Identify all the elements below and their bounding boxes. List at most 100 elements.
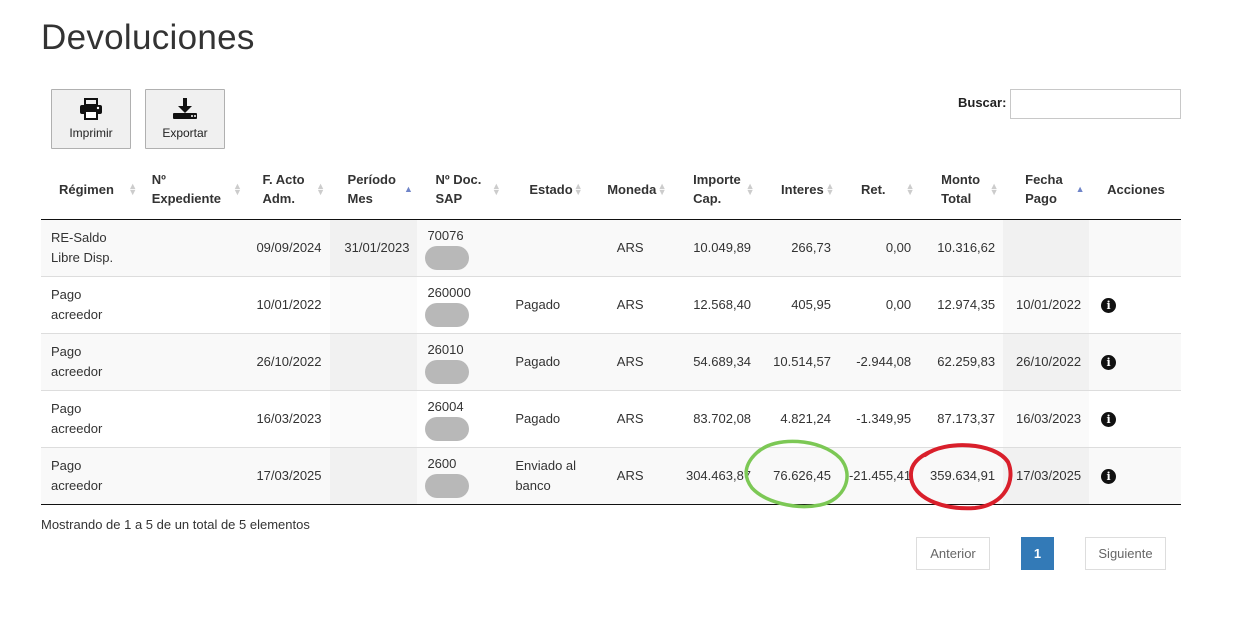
search-label: Buscar: xyxy=(958,95,1007,110)
table-info: Mostrando de 1 a 5 de un total de 5 elem… xyxy=(41,517,310,532)
cell-estado: Enviado al banco xyxy=(505,446,588,505)
cell-fecha-acto: 26/10/2022 xyxy=(246,332,330,390)
cell-acciones: i xyxy=(1089,446,1181,505)
cell-periodo xyxy=(329,446,418,505)
column-header-fecha-acto[interactable]: F. Acto Adm. ▲ ▼ xyxy=(246,160,330,220)
cell-fecha-acto: 09/09/2024 xyxy=(246,219,330,276)
cell-monto: 10.316,62 xyxy=(919,219,1004,276)
export-button-label: Exportar xyxy=(162,126,208,140)
table-row: Pago acreedor 10/01/2022 260000 Pagado A… xyxy=(41,275,1181,333)
cell-regimen: RE-Saldo Libre Disp. xyxy=(41,219,142,276)
cell-expediente xyxy=(141,219,247,276)
column-header-interes[interactable]: Interes ▲ ▼ xyxy=(759,160,839,220)
cell-importe: 10.049,89 xyxy=(671,219,760,276)
column-header-doc-sap[interactable]: Nº Doc. SAP ▲ ▼ xyxy=(417,160,506,220)
cell-moneda: ARS xyxy=(587,275,672,333)
redaction-blur xyxy=(425,245,470,270)
cell-periodo xyxy=(329,389,418,447)
column-header-label: Moneda xyxy=(607,181,657,197)
column-header-label: F. Acto Adm. xyxy=(262,172,305,207)
cell-acciones xyxy=(1089,219,1181,276)
cell-fecha-acto: 10/01/2022 xyxy=(246,275,330,333)
column-header-label: Nº Doc. SAP xyxy=(435,172,482,207)
cell-fecha-pago xyxy=(1003,219,1090,276)
cell-monto: 12.974,35 xyxy=(919,275,1004,333)
column-header-label: Estado xyxy=(529,181,573,197)
sort-icon: ▲ ▼ xyxy=(657,181,667,198)
cell-estado: Pagado xyxy=(505,389,588,447)
cell-acciones: i xyxy=(1089,389,1181,447)
column-header-label: Monto Total xyxy=(941,172,981,207)
column-header-ret[interactable]: Ret. ▲ ▼ xyxy=(838,160,920,220)
sort-icon: ▲ ▼ xyxy=(825,181,835,198)
cell-doc-sap: 260000 xyxy=(417,275,506,333)
cell-fecha-acto: 17/03/2025 xyxy=(246,446,330,505)
table-row: RE-Saldo Libre Disp. 09/09/2024 31/01/20… xyxy=(41,219,1181,276)
table-row: Pago acreedor 17/03/2025 2600 Enviado al… xyxy=(41,446,1181,505)
info-icon[interactable]: i xyxy=(1101,297,1117,313)
redaction-blur xyxy=(425,416,470,441)
cell-regimen: Pago acreedor xyxy=(41,389,142,447)
print-button[interactable]: Imprimir xyxy=(51,89,131,149)
cell-fecha-pago: 17/03/2025 xyxy=(1003,446,1090,505)
sort-icon: ▲ ▼ xyxy=(128,181,138,198)
export-button[interactable]: Exportar xyxy=(145,89,225,149)
column-header-label: Fecha Pago xyxy=(1025,172,1063,207)
search-input[interactable] xyxy=(1010,89,1181,119)
column-header-periodo[interactable]: Período Mes ▲ xyxy=(329,160,418,220)
cell-periodo xyxy=(329,275,418,333)
sort-icon: ▲ ▼ xyxy=(491,181,501,198)
pagination-page-1[interactable]: 1 xyxy=(1021,537,1054,570)
cell-interes: 266,73 xyxy=(759,219,839,276)
sort-icon: ▲ ▼ xyxy=(745,181,755,198)
sort-icon: ▲ ▼ xyxy=(316,181,325,198)
cell-monto: 87.173,37 xyxy=(919,389,1004,447)
cell-ret: -21.455,41 xyxy=(838,446,920,505)
info-icon[interactable]: i xyxy=(1101,468,1117,484)
column-header-monto[interactable]: Monto Total ▲ ▼ xyxy=(919,160,1004,220)
cell-estado xyxy=(505,219,588,276)
redaction-blur xyxy=(425,359,470,384)
printer-icon xyxy=(79,98,103,120)
cell-interes: 4.821,24 xyxy=(759,389,839,447)
cell-expediente xyxy=(141,389,247,447)
table-row: Pago acreedor 16/03/2023 26004 Pagado AR… xyxy=(41,389,1181,447)
info-icon[interactable]: i xyxy=(1101,411,1117,427)
cell-moneda: ARS xyxy=(587,446,672,505)
cell-ret: 0,00 xyxy=(838,275,920,333)
cell-fecha-pago: 26/10/2022 xyxy=(1003,332,1090,390)
column-header-regimen[interactable]: Régimen ▲ ▼ xyxy=(41,160,142,220)
column-header-estado[interactable]: Estado ▲ ▼ xyxy=(505,160,588,220)
page-title: Devoluciones xyxy=(41,18,255,57)
sort-icon: ▲ ▼ xyxy=(573,181,583,198)
sort-icon: ▲ ▼ xyxy=(989,181,999,198)
column-header-label: Período Mes xyxy=(347,172,396,207)
cell-interes: 76.626,45 xyxy=(759,446,839,505)
pagination-previous[interactable]: Anterior xyxy=(916,537,990,570)
devoluciones-table: Régimen ▲ ▼ Nº Expediente ▲ ▼ F. Acto Adm. ▲ ▼… xyxy=(41,160,1181,505)
cell-fecha-pago: 16/03/2023 xyxy=(1003,389,1090,447)
sort-asc-icon: ▲ xyxy=(403,184,413,195)
table-row: Pago acreedor 26/10/2022 26010 Pagado AR… xyxy=(41,332,1181,390)
column-header-expediente[interactable]: Nº Expediente ▲ ▼ xyxy=(141,160,247,220)
column-header-moneda[interactable]: Moneda ▲ ▼ xyxy=(587,160,672,220)
cell-importe: 83.702,08 xyxy=(671,389,760,447)
download-icon xyxy=(172,98,198,120)
column-header-fecha-pago[interactable]: Fecha Pago ▲ xyxy=(1003,160,1090,220)
column-header-label: Régimen xyxy=(59,181,114,197)
column-header-label: Acciones xyxy=(1107,181,1165,197)
cell-ret: 0,00 xyxy=(838,219,920,276)
cell-importe: 304.463,87 xyxy=(671,446,760,505)
cell-moneda: ARS xyxy=(587,219,672,276)
info-icon[interactable]: i xyxy=(1101,354,1117,370)
cell-estado: Pagado xyxy=(505,275,588,333)
column-header-label: Interes xyxy=(781,181,824,197)
cell-monto: 62.259,83 xyxy=(919,332,1004,390)
column-header-importe[interactable]: Importe Cap. ▲ ▼ xyxy=(671,160,760,220)
pagination-next[interactable]: Siguiente xyxy=(1085,537,1166,570)
doc-sap-value: 2600 xyxy=(427,455,457,471)
column-header-label: Importe Cap. xyxy=(693,172,741,207)
cell-expediente xyxy=(141,275,247,333)
cell-fecha-pago: 10/01/2022 xyxy=(1003,275,1090,333)
cell-regimen: Pago acreedor xyxy=(41,446,142,505)
